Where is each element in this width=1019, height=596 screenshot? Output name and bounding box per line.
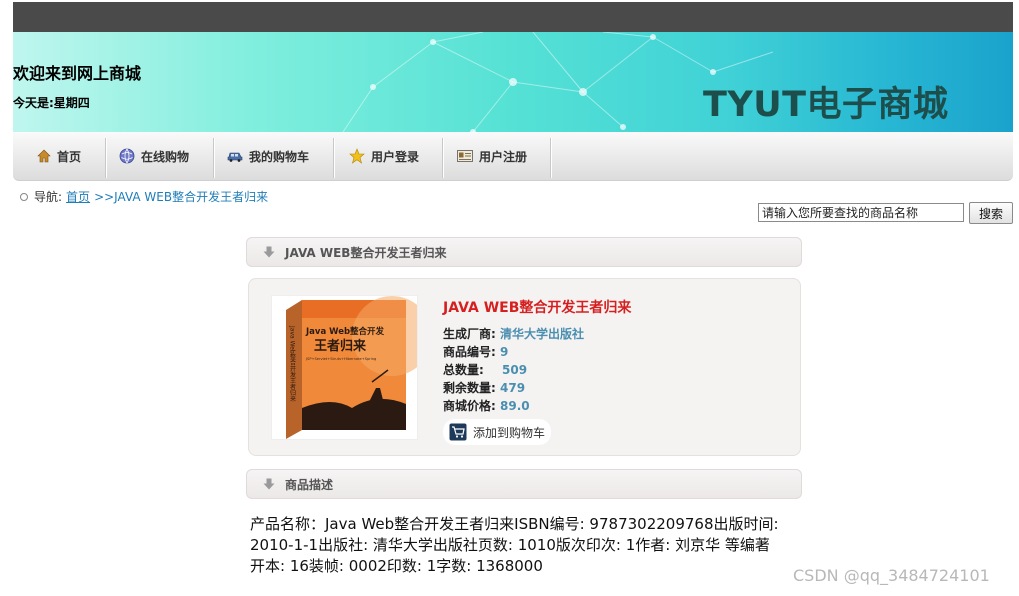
nav-item-login[interactable]: 用户登录 — [349, 132, 419, 180]
product-id-row: 商品编号: 9 — [443, 343, 631, 361]
cart-icon — [449, 423, 467, 441]
remaining-label: 剩余数量: — [443, 381, 496, 395]
remaining-value: 479 — [500, 381, 526, 395]
nav-item-register[interactable]: 用户注册 — [457, 132, 527, 180]
nav-divider — [105, 138, 106, 178]
globe-icon — [119, 148, 135, 164]
cover-title-line1: Java Web整合开发 — [305, 326, 385, 337]
main-nav: 首页 在线购物 我的购物车 用户登录 用户注册 — [13, 132, 1013, 181]
nav-item-label: 我的购物车 — [249, 149, 310, 164]
nav-divider — [442, 138, 443, 178]
nav-item-label: 在线购物 — [141, 149, 190, 164]
nav-divider — [550, 138, 551, 178]
manufacturer-row: 生成厂商: 清华大学出版社 — [443, 325, 631, 343]
price-row: 商城价格: 89.0 — [443, 397, 631, 415]
header-banner: 欢迎来到网上商城 今天是:星期四 TYUT电子商城 — [13, 32, 1013, 132]
home-icon — [37, 149, 51, 163]
product-description: 产品名称：Java Web整合开发王者归来ISBN编号: 97873022097… — [250, 514, 810, 577]
total-row: 总数量: 509 — [443, 361, 631, 379]
price-label: 商城价格: — [443, 399, 496, 413]
nav-item-cart[interactable]: 我的购物车 — [227, 132, 309, 180]
nav-item-label: 用户登录 — [371, 149, 420, 164]
down-arrow-icon — [263, 246, 275, 258]
welcome-text: 欢迎来到网上商城 — [13, 64, 142, 83]
manufacturer-label: 生成厂商: — [443, 327, 496, 341]
price-value: 89.0 — [500, 399, 530, 413]
book-cover-image[interactable]: Java Web整合开发 王者归来 JSP+Servlet+Struts+Hib… — [271, 295, 432, 440]
product-panel-header: JAVA WEB整合开发王者归来 — [246, 237, 802, 267]
nav-divider — [213, 138, 214, 178]
total-label: 总数量: — [443, 363, 484, 377]
description-panel-title: 商品描述 — [285, 477, 334, 492]
product-title: JAVA WEB整合开发王者归来 — [443, 300, 632, 316]
id-card-icon — [457, 150, 473, 162]
nav-item-shopping[interactable]: 在线购物 — [119, 132, 189, 180]
add-to-cart-label: 添加到购物车 — [473, 425, 546, 440]
bullet-icon — [20, 192, 28, 201]
add-to-cart-button[interactable]: 添加到购物车 — [443, 419, 552, 445]
nav-item-home[interactable]: 首页 — [37, 132, 81, 180]
description-line: 产品名称：Java Web整合开发王者归来ISBN编号: 97873022097… — [250, 515, 779, 533]
cover-subtitle: JSP+Servlet+Struts+Hibernate+Spring — [305, 357, 376, 361]
nav-item-label: 首页 — [57, 149, 82, 164]
product-panel-title: JAVA WEB整合开发王者归来 — [285, 245, 447, 260]
car-icon — [227, 152, 243, 162]
down-arrow-icon — [263, 478, 275, 490]
breadcrumb: 导航: 首页 >>JAVA WEB整合开发王者归来 — [20, 188, 268, 205]
description-panel-header: 商品描述 — [246, 469, 802, 499]
description-line: 2010-1-1出版社: 清华大学出版社页数: 1010版次印次: 1作者: 刘… — [250, 536, 770, 554]
manufacturer-value: 清华大学出版社 — [500, 327, 585, 341]
product-info: JAVA WEB整合开发王者归来 生成厂商: 清华大学出版社 商品编号: 9 总… — [443, 297, 631, 415]
book-cover-illustration: Java Web整合开发 王者归来 JSP+Servlet+Struts+Hib… — [286, 296, 432, 439]
csdn-watermark: CSDN @qq_3484724101 — [793, 566, 990, 585]
breadcrumb-prefix: 导航: — [34, 190, 63, 204]
brand-title: TYUT电子商城 — [703, 85, 949, 125]
search-button[interactable]: 搜索 — [969, 202, 1013, 224]
cover-title-line2: 王者归来 — [314, 338, 367, 354]
product-id-value: 9 — [500, 345, 509, 359]
cover-spine-text: Java Web整合开发王者归来 — [289, 325, 296, 403]
search-input[interactable] — [758, 203, 964, 222]
total-value: 509 — [502, 363, 528, 377]
description-line: 开本: 16装帧: 0002印数: 1字数: 1368000 — [250, 557, 543, 575]
remaining-row: 剩余数量: 479 — [443, 379, 631, 397]
breadcrumb-current: >>JAVA WEB整合开发王者归来 — [94, 190, 269, 204]
breadcrumb-home-link[interactable]: 首页 — [66, 188, 90, 205]
nav-divider — [333, 138, 334, 178]
nav-item-label: 用户注册 — [479, 149, 528, 164]
star-icon — [349, 148, 365, 164]
product-panel: Java Web整合开发 王者归来 JSP+Servlet+Struts+Hib… — [248, 278, 801, 456]
today-text: 今天是:星期四 — [13, 96, 90, 110]
product-id-label: 商品编号: — [443, 345, 496, 359]
top-bar — [13, 2, 1013, 32]
